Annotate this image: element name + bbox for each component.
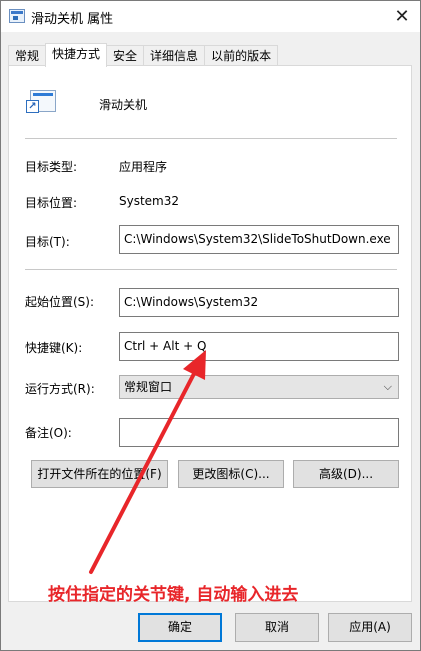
properties-dialog: 滑动关机 属性 ✕ 常规 快捷方式 安全 详细信息 以前的版本 ↗ 滑动关机 目… [0,0,421,651]
target-location-value: System32 [119,194,180,208]
target-label: 目标(T): [25,235,70,249]
apply-button[interactable]: 应用(A) [328,613,412,642]
tab-previous-versions[interactable]: 以前的版本 [204,45,279,66]
open-file-location-button[interactable]: 打开文件所在的位置(F) [31,460,168,488]
shortcut-tab-panel: ↗ 滑动关机 目标类型: 应用程序 目标位置: System32 目标(T): … [8,65,412,602]
close-button[interactable]: ✕ [384,1,420,32]
tab-strip: 常规 快捷方式 安全 详细信息 以前的版本 [8,43,279,67]
title-bar: 滑动关机 属性 ✕ [1,1,420,32]
target-location-label: 目标位置: [25,196,78,210]
advanced-button[interactable]: 高级(D)... [293,460,399,488]
target-type-label: 目标类型: [25,160,78,174]
divider [25,269,397,270]
cancel-button[interactable]: 取消 [235,613,319,642]
shortcut-arrow-icon: ↗ [26,100,39,113]
start-in-label: 起始位置(S): [25,295,95,309]
comment-label: 备注(O): [25,426,72,440]
tab-security[interactable]: 安全 [106,45,145,66]
window-title: 滑动关机 属性 [31,12,114,27]
shortcut-file-icon [9,9,25,23]
annotation-text: 按住指定的关节键, 自动输入进去 [48,585,299,605]
ok-button[interactable]: 确定 [138,613,222,642]
hotkey-field[interactable]: Ctrl + Alt + Q [119,332,399,361]
app-icon: ↗ [26,90,56,116]
run-select-value: 常规窗口 [124,380,173,394]
divider [25,138,397,139]
comment-field[interactable] [119,418,399,447]
hotkey-label: 快捷键(K): [25,341,83,355]
shortcut-name: 滑动关机 [99,98,148,112]
tab-general[interactable]: 常规 [8,45,47,66]
target-type-value: 应用程序 [119,160,168,174]
start-in-field[interactable]: C:\Windows\System32 [119,288,399,317]
run-select[interactable]: 常规窗口 ⌵ [119,375,399,399]
change-icon-button[interactable]: 更改图标(C)... [178,460,284,488]
target-field[interactable]: C:\Windows\System32\SlideToShutDown.exe [119,225,399,254]
chevron-down-icon: ⌵ [383,380,392,393]
tab-details[interactable]: 详细信息 [143,45,206,66]
tab-shortcut[interactable]: 快捷方式 [45,43,108,67]
run-label: 运行方式(R): [25,382,95,396]
